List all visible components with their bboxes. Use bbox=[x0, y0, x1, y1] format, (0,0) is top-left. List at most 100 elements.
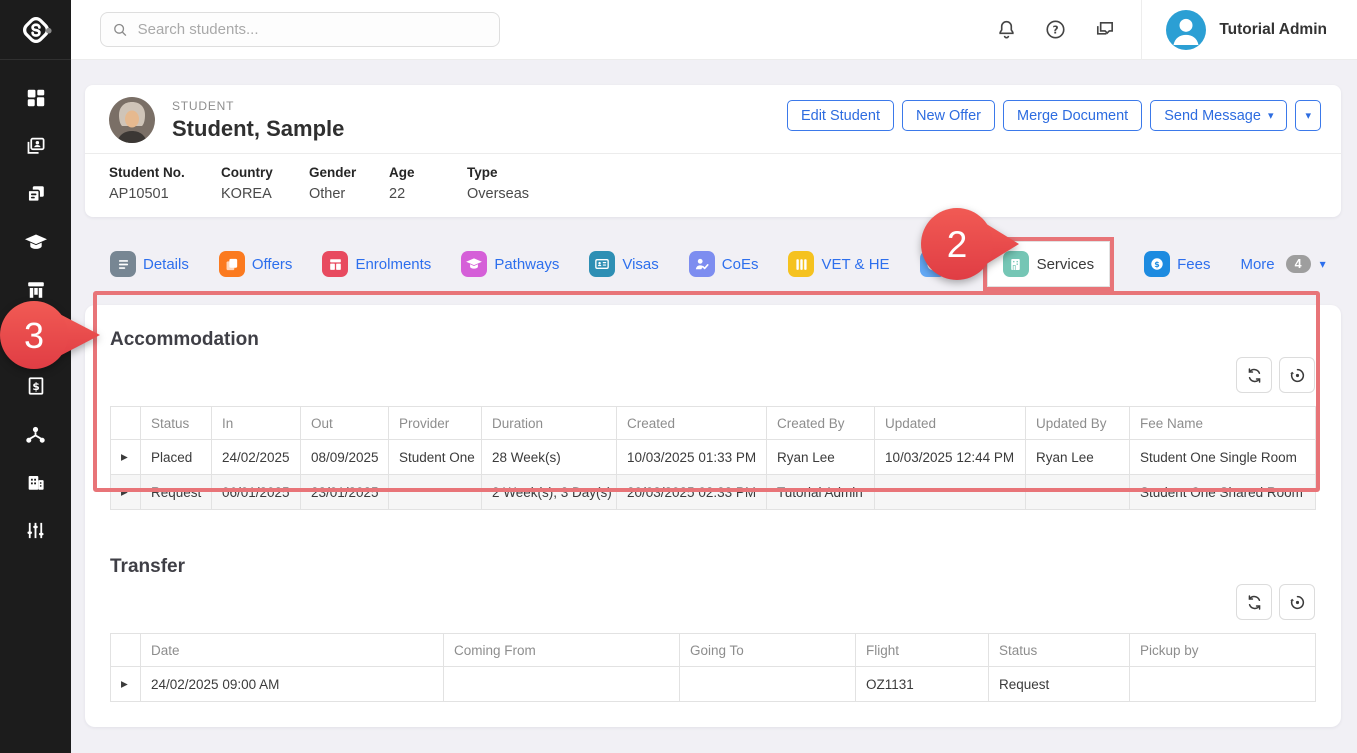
student-name: Student, Sample bbox=[172, 116, 344, 142]
transfer-tools bbox=[110, 584, 1315, 620]
table-cell: Ryan Lee bbox=[767, 440, 875, 475]
refresh-button[interactable] bbox=[1236, 357, 1272, 393]
user-menu[interactable]: Tutorial Admin bbox=[1166, 10, 1357, 50]
chevron-down-icon: ▾ bbox=[1320, 257, 1326, 271]
tab-label: Services bbox=[1037, 256, 1095, 273]
transfer-section: Transfer Date Coming From Going To bbox=[110, 556, 1315, 702]
row-expand-icon[interactable]: ▸ bbox=[111, 440, 141, 475]
column-header-expand bbox=[111, 407, 141, 440]
table-cell: 24/02/2025 09:00 AM bbox=[141, 667, 444, 702]
visas-icon bbox=[589, 251, 615, 277]
accommodation-section: Accommodation Status In Out Pro bbox=[110, 329, 1315, 510]
column-header: Provider bbox=[389, 407, 482, 440]
merge-document-button[interactable]: Merge Document bbox=[1003, 100, 1142, 131]
pathways-icon bbox=[461, 251, 487, 277]
topbar-divider bbox=[1141, 0, 1142, 60]
settings-icon[interactable] bbox=[24, 518, 48, 542]
table-cell bbox=[444, 667, 680, 702]
sidebar: $ bbox=[0, 0, 71, 753]
tab-offers[interactable]: Offers bbox=[219, 251, 293, 277]
search-box[interactable] bbox=[100, 12, 500, 47]
tab-more[interactable]: More 4 ▾ bbox=[1240, 255, 1325, 273]
providers-icon[interactable] bbox=[24, 470, 48, 494]
table-row[interactable]: ▸ Request 06/01/2025 23/01/2025 2 Week(s… bbox=[111, 475, 1316, 510]
chevron-down-icon: ▾ bbox=[1305, 109, 1311, 122]
topbar: ? Tutorial Admin bbox=[71, 0, 1357, 60]
column-header: Created By bbox=[767, 407, 875, 440]
user-avatar bbox=[1166, 10, 1206, 50]
more-count-badge: 4 bbox=[1286, 255, 1311, 273]
history-button[interactable] bbox=[1279, 584, 1315, 620]
row-expand-icon[interactable]: ▸ bbox=[111, 475, 141, 510]
field-age: Age 22 bbox=[389, 165, 467, 202]
edit-student-label: Edit Student bbox=[801, 108, 880, 124]
user-name: Tutorial Admin bbox=[1219, 21, 1327, 39]
field-value: AP10501 bbox=[109, 186, 221, 202]
tab-label: Enrolments bbox=[355, 256, 431, 273]
column-header: Going To bbox=[680, 634, 856, 667]
tab-details[interactable]: Details bbox=[110, 251, 189, 277]
column-header: Date bbox=[141, 634, 444, 667]
column-header: In bbox=[212, 407, 301, 440]
field-value: Other bbox=[309, 186, 389, 202]
more-actions-button[interactable]: ▾ bbox=[1295, 100, 1321, 131]
edit-student-button[interactable]: Edit Student bbox=[787, 100, 894, 131]
field-value: 22 bbox=[389, 186, 467, 202]
tab-services[interactable]: Services bbox=[987, 241, 1111, 287]
tab-label: Visas bbox=[622, 256, 658, 273]
table-cell: Ryan Lee bbox=[1026, 440, 1130, 475]
merge-document-label: Merge Document bbox=[1017, 108, 1128, 124]
app-logo[interactable] bbox=[0, 0, 71, 60]
tab-visas[interactable]: Visas bbox=[589, 251, 658, 277]
send-message-button[interactable]: Send Message▾ bbox=[1150, 100, 1287, 131]
table-cell: Placed bbox=[141, 440, 212, 475]
send-message-label: Send Message bbox=[1164, 108, 1261, 124]
new-offer-button[interactable]: New Offer bbox=[902, 100, 995, 131]
coes-icon bbox=[689, 251, 715, 277]
field-gender: Gender Other bbox=[309, 165, 389, 202]
table-row[interactable]: ▸ 24/02/2025 09:00 AM OZ1131 Request bbox=[111, 667, 1316, 702]
help-icon[interactable]: ? bbox=[1043, 18, 1067, 42]
tab-enrolments[interactable]: Enrolments bbox=[322, 251, 431, 277]
field-label: Country bbox=[221, 165, 309, 180]
student-header-card: STUDENT Student, Sample Edit Student New… bbox=[85, 85, 1341, 217]
column-header-expand bbox=[111, 634, 141, 667]
table-cell: Request bbox=[141, 475, 212, 510]
documents-icon[interactable] bbox=[24, 182, 48, 206]
field-student-no: Student No. AP10501 bbox=[109, 165, 221, 202]
courses-icon[interactable] bbox=[24, 230, 48, 254]
tab-pathways[interactable]: Pathways bbox=[461, 251, 559, 277]
refresh-icon bbox=[1245, 366, 1264, 385]
tab-insurance[interactable] bbox=[920, 251, 953, 277]
finance-icon[interactable]: $ bbox=[24, 374, 48, 398]
row-expand-icon[interactable]: ▸ bbox=[111, 667, 141, 702]
table-row[interactable]: ▸ Placed 24/02/2025 08/09/2025 Student O… bbox=[111, 440, 1316, 475]
students-icon[interactable] bbox=[24, 134, 48, 158]
column-header: Status bbox=[989, 634, 1130, 667]
tab-fees[interactable]: $ Fees bbox=[1144, 251, 1210, 277]
new-offer-label: New Offer bbox=[916, 108, 981, 124]
tab-vet-he[interactable]: VET & HE bbox=[788, 251, 889, 277]
svg-text:$: $ bbox=[1154, 260, 1159, 269]
tab-coes[interactable]: CoEs bbox=[689, 251, 759, 277]
tab-label: Details bbox=[143, 256, 189, 273]
agents-icon[interactable] bbox=[24, 422, 48, 446]
bell-icon[interactable] bbox=[994, 18, 1018, 42]
table-cell bbox=[1026, 475, 1130, 510]
messages-icon[interactable] bbox=[1092, 18, 1116, 42]
dashboard-icon[interactable] bbox=[24, 86, 48, 110]
tab-label: Offers bbox=[252, 256, 293, 273]
table-cell: Student One Single Room bbox=[1130, 440, 1316, 475]
tab-label: Fees bbox=[1177, 256, 1210, 273]
table-cell: Student One bbox=[389, 440, 482, 475]
refresh-button[interactable] bbox=[1236, 584, 1272, 620]
svg-text:?: ? bbox=[1052, 24, 1058, 36]
search-input[interactable] bbox=[138, 21, 489, 38]
refresh-icon bbox=[1245, 593, 1264, 612]
column-header: Out bbox=[301, 407, 389, 440]
history-button[interactable] bbox=[1279, 357, 1315, 393]
field-country: Country KOREA bbox=[221, 165, 309, 202]
column-header: Coming From bbox=[444, 634, 680, 667]
table-cell: OZ1131 bbox=[856, 667, 989, 702]
enrolments-icon[interactable] bbox=[24, 278, 48, 302]
